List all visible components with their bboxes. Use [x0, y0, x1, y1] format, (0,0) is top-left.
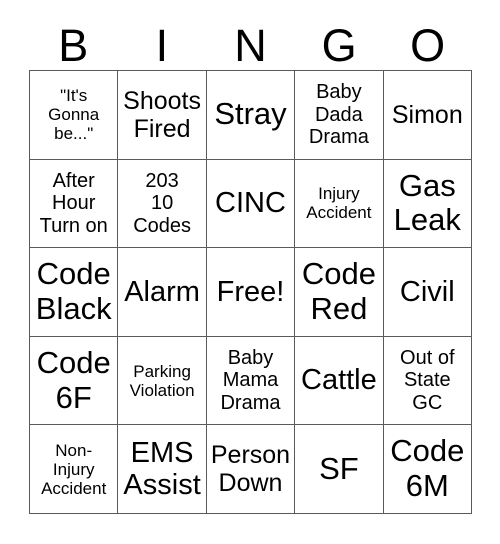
header-letter-o: O	[410, 20, 446, 72]
bingo-cell-label: CINC	[215, 187, 286, 220]
bingo-cell-label: Non- Injury Accident	[41, 440, 107, 498]
bingo-cell[interactable]: Shoots Fired	[118, 71, 207, 160]
bingo-cell[interactable]: Code 6M	[383, 425, 472, 514]
header-letter-i: I	[155, 20, 169, 72]
bingo-cell-label: After Hour Turn on	[39, 169, 108, 237]
bingo-cell-label: Code Red	[301, 256, 376, 326]
bingo-cell[interactable]: Code Red	[295, 248, 384, 337]
bingo-cell[interactable]: Gas Leak	[383, 159, 472, 249]
bingo-cell-label: Code Black	[35, 256, 112, 326]
bingo-cell-label: Out of State GC	[400, 347, 455, 414]
bingo-cell[interactable]: EMS Assist	[118, 425, 207, 514]
bingo-cell-label: Civil	[399, 275, 455, 308]
bingo-cell[interactable]: 203 10 Codes	[118, 159, 207, 249]
bingo-cell[interactable]: Code Black	[30, 248, 119, 337]
bingo-cell-label: Baby Dada Drama	[308, 81, 369, 148]
bingo-cell-label: Cattle	[301, 364, 377, 397]
bingo-cell-label: Code 6M	[390, 433, 465, 504]
bingo-cell[interactable]: Person Down	[206, 425, 296, 514]
bingo-cell[interactable]: Baby Mama Drama	[206, 336, 296, 426]
bingo-cell-label: "It's Gonna be..."	[48, 86, 100, 144]
bingo-cell[interactable]: After Hour Turn on	[30, 159, 119, 249]
bingo-cell[interactable]: Code 6F	[30, 336, 119, 426]
bingo-cell[interactable]: Parking Violation	[118, 336, 207, 426]
bingo-cell[interactable]: Cattle	[295, 336, 384, 426]
bingo-cell-label: EMS Assist	[123, 436, 201, 502]
bingo-cell[interactable]: Simon	[383, 71, 472, 160]
bingo-cell[interactable]: Alarm	[118, 248, 207, 337]
bingo-cell-label: Free!	[216, 275, 285, 308]
bingo-card: B I N G O "It's Gonna be..." Shoots Fire…	[0, 0, 500, 544]
bingo-grid: "It's Gonna be..." Shoots Fired Stray Ba…	[29, 70, 472, 514]
bingo-cell[interactable]: Civil	[383, 248, 472, 337]
bingo-cell-label: Baby Mama Drama	[220, 347, 281, 414]
bingo-cell[interactable]: CINC	[206, 159, 296, 249]
bingo-cell-label: Alarm	[124, 275, 200, 308]
bingo-cell[interactable]: SF	[295, 425, 384, 514]
header-letter-g: G	[321, 20, 357, 72]
bingo-cell-label: Gas Leak	[393, 167, 461, 238]
bingo-cell-label: SF	[319, 450, 359, 486]
bingo-cell-free[interactable]: Free!	[206, 248, 296, 337]
header-letter-b: B	[58, 20, 89, 72]
bingo-cell-label: Person Down	[210, 441, 291, 498]
bingo-cell-label: Stray	[214, 96, 287, 132]
bingo-cell-label: Injury Accident	[306, 184, 372, 223]
bingo-cell[interactable]: Non- Injury Accident	[30, 425, 119, 514]
bingo-cell-label: Code 6F	[36, 344, 111, 415]
bingo-cell-label: Parking Violation	[129, 361, 195, 400]
bingo-cell[interactable]: Out of State GC	[383, 336, 472, 426]
bingo-cell[interactable]: "It's Gonna be..."	[30, 71, 119, 160]
bingo-cell-label: Simon	[391, 100, 463, 129]
bingo-cell-label: Shoots Fired	[123, 86, 202, 143]
header-letter-n: N	[234, 20, 267, 72]
bingo-cell[interactable]: Baby Dada Drama	[295, 71, 384, 160]
bingo-cell[interactable]: Stray	[206, 71, 296, 160]
bingo-cell[interactable]: Injury Accident	[295, 159, 384, 249]
bingo-cell-label: 203 10 Codes	[133, 169, 191, 237]
bingo-header: B I N G O	[29, 10, 472, 68]
